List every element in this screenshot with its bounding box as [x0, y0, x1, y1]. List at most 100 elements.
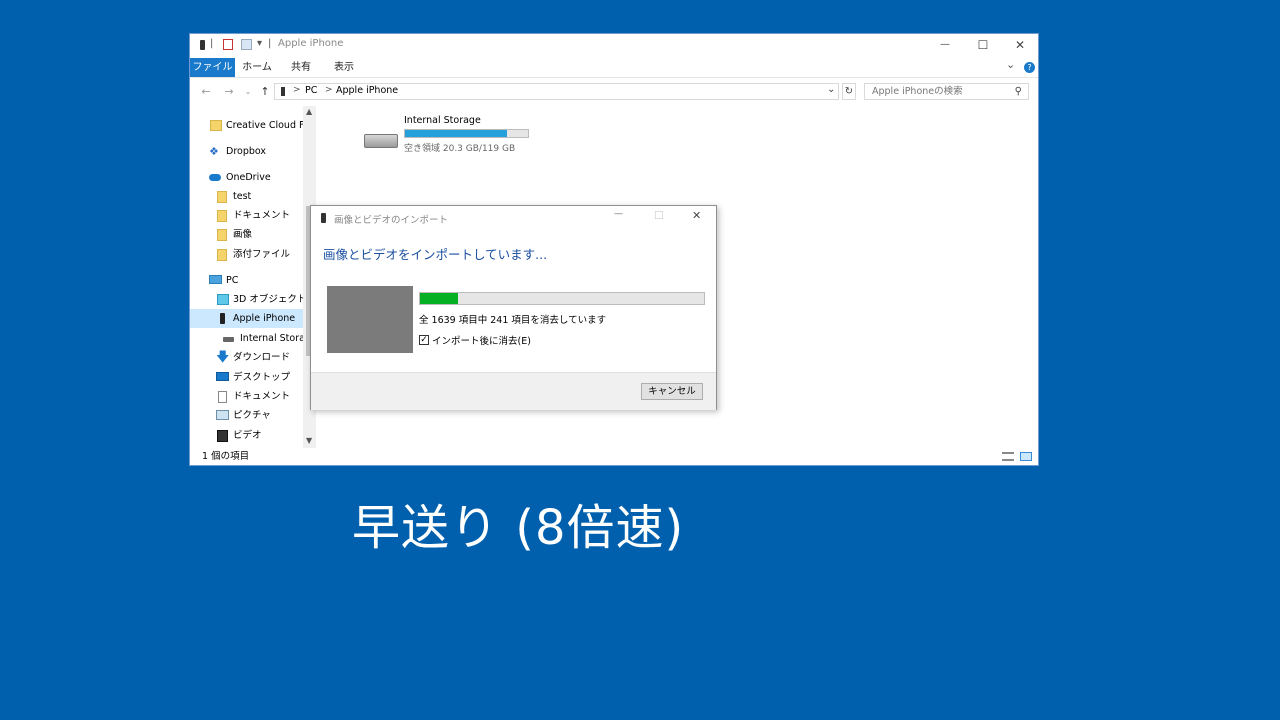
minimize-button[interactable]: — — [927, 34, 963, 56]
nav-item-label: Apple iPhone — [233, 313, 296, 324]
dialog-minimize-button[interactable]: — — [614, 209, 623, 219]
tab-file[interactable]: ファイル — [190, 58, 235, 77]
help-icon[interactable]: ? — [1024, 62, 1035, 73]
divider: | — [210, 38, 214, 49]
nav-item-pc[interactable]: PC — [190, 271, 303, 290]
nav-item-label: Creative Cloud Files — [226, 120, 303, 131]
dialog-maximize-button: ☐ — [654, 209, 664, 222]
recent-locations-icon[interactable]: ⌄ — [241, 85, 255, 99]
title-bar: | ▾ | Apple iPhone — ☐ ✕ — [190, 34, 1038, 58]
nav-item-creative-cloud-files[interactable]: Creative Cloud Files — [190, 116, 303, 135]
nav-item-internal-storage[interactable]: Internal Storage — [190, 329, 303, 348]
breadcrumb-separator: > — [293, 85, 301, 95]
divider: | — [268, 38, 272, 49]
properties-icon[interactable] — [223, 39, 233, 50]
nav-item-videos[interactable]: ビデオ — [190, 426, 303, 445]
scroll-up-icon[interactable]: ▲ — [306, 107, 312, 116]
nav-item-label: ピクチャ — [233, 410, 271, 421]
video-caption: 早送り (8倍速) — [352, 500, 685, 556]
checkbox-box[interactable]: ✓ — [419, 335, 429, 345]
tab-view[interactable]: 表示 — [327, 58, 361, 77]
import-dialog: 画像とビデオのインポート — ☐ ✕ 画像とビデオをインポートしています... … — [310, 205, 717, 410]
drive-tile-internal-storage[interactable]: Internal Storage 空き領域 20.3 GB/119 GB — [360, 114, 540, 156]
nav-item-label: Dropbox — [226, 146, 267, 157]
creative-cloud-icon — [210, 120, 222, 131]
drive-usage-fill — [405, 130, 508, 137]
navigation-pane: Creative Cloud Files ❖ Dropbox OneDrive … — [190, 106, 316, 448]
forward-arrow-icon[interactable]: → — [222, 85, 236, 99]
phone-icon — [321, 213, 326, 223]
large-icons-view-icon[interactable] — [1020, 452, 1032, 461]
nav-item-desktop[interactable]: デスクトップ — [190, 368, 303, 387]
nav-item-onedrive-documents[interactable]: ドキュメント — [190, 206, 303, 225]
details-view-icon[interactable] — [1002, 452, 1014, 461]
search-input[interactable]: Apple iPhoneの検索 ⚲ — [864, 83, 1029, 100]
nav-item-images[interactable]: 画像 — [190, 225, 303, 244]
import-progress-fill — [420, 293, 459, 304]
nav-item-label: OneDrive — [226, 172, 271, 183]
nav-item-label: 添付ファイル — [233, 249, 291, 260]
dialog-heading: 画像とビデオをインポートしています... — [323, 247, 548, 262]
folder-icon — [217, 210, 227, 222]
breadcrumb-apple-iphone[interactable]: Apple iPhone — [336, 85, 398, 96]
new-folder-icon[interactable] — [241, 39, 252, 50]
nav-item-pictures[interactable]: ピクチャ — [190, 406, 303, 425]
pc-icon — [209, 275, 222, 284]
3d-objects-icon — [217, 294, 229, 305]
pictures-icon — [216, 410, 229, 420]
import-progress-bar — [419, 292, 705, 305]
nav-item-test[interactable]: test — [190, 187, 303, 206]
address-dropdown-icon[interactable]: ⌄ — [827, 84, 835, 95]
search-placeholder: Apple iPhoneの検索 — [872, 86, 963, 97]
address-bar[interactable]: > PC > Apple iPhone ⌄ — [274, 83, 839, 100]
documents-icon — [218, 391, 227, 403]
dropbox-icon: ❖ — [209, 145, 219, 158]
phone-icon — [220, 313, 225, 324]
nav-item-documents[interactable]: ドキュメント — [190, 387, 303, 406]
refresh-icon[interactable]: ↻ — [842, 83, 856, 100]
nav-item-apple-iphone[interactable]: Apple iPhone — [190, 309, 303, 328]
nav-item-label: 3D オブジェクト — [233, 294, 303, 305]
nav-item-label: 画像 — [233, 229, 253, 240]
nav-item-label: ダウンロード — [233, 352, 291, 363]
tab-home[interactable]: ホーム — [238, 58, 276, 77]
videos-icon — [217, 430, 228, 442]
nav-item-attachments[interactable]: 添付ファイル — [190, 245, 303, 264]
item-count: 1 個の項目 — [202, 451, 250, 462]
download-icon: 🡇 — [216, 350, 230, 365]
scroll-down-icon[interactable]: ▼ — [306, 436, 312, 445]
quick-access-dropdown-icon[interactable]: ▾ — [257, 38, 262, 52]
nav-item-label: ドキュメント — [233, 391, 291, 402]
nav-item-label: デスクトップ — [233, 372, 291, 383]
phone-icon — [281, 87, 285, 96]
nav-item-3d-objects[interactable]: 3D オブジェクト — [190, 290, 303, 309]
folder-icon — [217, 249, 227, 261]
dialog-close-button[interactable]: ✕ — [692, 209, 701, 222]
desktop-icon — [216, 372, 229, 381]
window-title: Apple iPhone — [278, 38, 344, 49]
phone-icon — [200, 40, 205, 50]
maximize-button[interactable]: ☐ — [965, 34, 1001, 56]
dialog-title: 画像とビデオのインポート — [334, 215, 449, 226]
nav-item-onedrive[interactable]: OneDrive — [190, 168, 303, 187]
delete-after-import-checkbox[interactable]: ✓ インポート後に消去(E) — [419, 333, 539, 347]
nav-item-label: Internal Storage — [240, 333, 303, 344]
breadcrumb-pc[interactable]: PC — [305, 85, 317, 96]
dialog-footer: キャンセル — [311, 372, 716, 410]
drive-free-space: 空き領域 20.3 GB/119 GB — [404, 144, 516, 154]
nav-item-label: PC — [226, 275, 239, 286]
import-status-text: 全 1639 項目中 241 項目を消去しています — [419, 315, 607, 326]
back-arrow-icon[interactable]: ← — [199, 85, 213, 99]
nav-item-dropbox[interactable]: ❖ Dropbox — [190, 142, 303, 161]
folder-icon — [217, 229, 227, 241]
drive-icon — [364, 134, 398, 148]
nav-item-downloads[interactable]: 🡇 ダウンロード — [190, 348, 303, 367]
tab-share[interactable]: 共有 — [284, 58, 318, 77]
ribbon-tabs: ファイル ホーム 共有 表示 ⌄ ? — [190, 58, 1038, 78]
cancel-button[interactable]: キャンセル — [641, 383, 703, 400]
ribbon-expand-icon[interactable]: ⌄ — [1006, 58, 1015, 71]
onedrive-icon — [209, 174, 221, 181]
close-button[interactable]: ✕ — [1002, 34, 1038, 56]
up-arrow-icon[interactable]: ↑ — [258, 85, 272, 99]
drive-name: Internal Storage — [404, 115, 481, 126]
